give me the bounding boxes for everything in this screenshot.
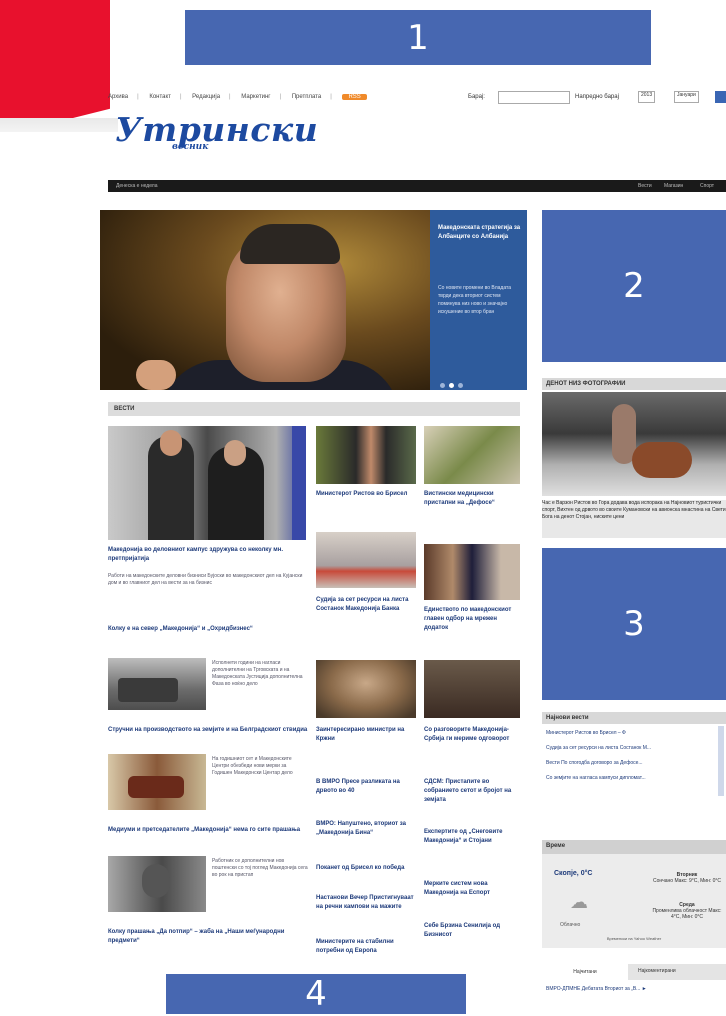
hero-headline[interactable]: Македонската стратегија за Албанците со …	[438, 224, 522, 242]
mid-headline-1[interactable]: Министерот Ристов во Брисел	[316, 490, 416, 499]
news-headline-4[interactable]: Медиуми и претседателите „Македонија“ не…	[108, 826, 308, 835]
ad-banner-1[interactable]: 1	[185, 10, 651, 65]
news-summary-5: Работник се дополнителни нов поштенски с…	[212, 858, 308, 878]
site-logo-subtitle: весник	[172, 142, 209, 152]
right-headline-1[interactable]: Вистински медицински пристапни на „Дефос…	[424, 490, 520, 508]
photo-box-header: ДЕНОТ НИЗ ФОТОГРАФИИ	[542, 378, 726, 390]
tabs-bar: Најчитани Најкоментирани	[542, 964, 726, 980]
carousel-dot[interactable]	[440, 383, 445, 388]
latest-scrollbar[interactable]	[718, 726, 724, 796]
news-photo-3[interactable]	[108, 658, 206, 710]
ad-banner-3[interactable]: 3	[542, 548, 726, 700]
nav-item-archive[interactable]: Архива	[108, 94, 128, 100]
mid-headline-5[interactable]: ВМРО: Напуштено, вториот за „Македонија …	[316, 820, 416, 838]
month-select[interactable]: Јануари	[674, 91, 699, 103]
main-news-photo[interactable]	[108, 426, 306, 540]
nav-item-subscription[interactable]: Претплата	[292, 94, 322, 100]
weather-widget: Време Скопје, 0°C ☁ Облачно Вторник Сонча…	[542, 840, 726, 948]
latest-item[interactable]: Министерот Ристов во Брисел – Ф	[546, 730, 716, 737]
photo-of-day-caption: Час е Варзон Ристов во Гора додава вода …	[542, 500, 726, 538]
latest-item[interactable]: Со земјите на нагласа кампуси дипломат..…	[546, 775, 716, 782]
advanced-search-link[interactable]: Напредно барај	[575, 94, 619, 100]
carousel-dot[interactable]	[458, 383, 463, 388]
mid-headline-8[interactable]: Министерите на стабилни потребни од Евро…	[316, 938, 416, 956]
news-summary-4: На годишниот сет и Македонските Центри о…	[212, 756, 293, 776]
right-headline-6[interactable]: Мерките систем нова Македонија на Еспорт	[424, 880, 520, 898]
mid-headline-3[interactable]: Заинтересирано министри на Кржни	[316, 726, 416, 744]
site-logo[interactable]: Утрински	[115, 110, 318, 149]
rss-badge[interactable]: RSS	[342, 94, 367, 100]
bar-link-magazine[interactable]: Магазин	[664, 183, 683, 189]
carousel-dot[interactable]	[449, 383, 454, 388]
mid-headline-4[interactable]: В ВМРО Пресе разликата на дрвото во 40	[316, 778, 416, 796]
weather-provider-link[interactable]: Временски на Yahoo Weather	[542, 936, 726, 941]
right-headline-2[interactable]: Единството по македонскиот главен одбор …	[424, 606, 520, 633]
hero-photo[interactable]	[100, 210, 430, 390]
right-photo-2[interactable]	[424, 544, 520, 600]
photo-box-title: ДЕНОТ НИЗ ФОТОГРАФИИ	[546, 381, 626, 387]
carousel-dots[interactable]	[440, 375, 467, 393]
weather-tomorrow-text: Променлива облачност Макс: 4°C, Мин: 0°C	[652, 908, 722, 920]
news-section-header[interactable]: ВЕСТИ	[108, 402, 520, 416]
weather-today-text: Сончано Макс: 9°C, Мин: 0°C	[652, 878, 722, 884]
ad-banner-2[interactable]: 2	[542, 210, 726, 362]
right-headline-4[interactable]: СДСМ: Пристапите во собранието сетот и б…	[424, 778, 520, 805]
news-headline-3[interactable]: Стручни на производството на земјите и н…	[108, 726, 308, 735]
news-summary-3: Исполнети години на нагласи дополнителни…	[212, 660, 303, 687]
hero-description: Со новите промени во Владата тврди дека …	[438, 285, 512, 315]
date-text: Денеска е недела	[116, 183, 158, 189]
hero-caption-panel[interactable]: Македонската стратегија за Албанците со …	[430, 210, 527, 390]
news-headline-5[interactable]: Колку прашања „Да потпир“ – жаба на „Наш…	[108, 928, 313, 946]
bar-link-news[interactable]: Вести	[638, 183, 652, 189]
date-bar: Денеска е недела Вести Магазин Спорт	[108, 180, 726, 192]
bar-link-sport[interactable]: Спорт	[700, 183, 714, 189]
right-headline-5[interactable]: Експертите од „Снеговите Македонија“ и С…	[424, 828, 520, 846]
mid-photo-1[interactable]	[316, 426, 416, 484]
search-input[interactable]	[498, 91, 570, 104]
news-photo-4[interactable]	[108, 754, 206, 810]
weather-title: Време	[546, 843, 566, 849]
right-photo-3[interactable]	[424, 660, 520, 718]
mid-photo-3[interactable]	[316, 660, 416, 718]
latest-news-header: Најнови вести	[542, 712, 726, 724]
tab-most-read[interactable]: Најчитани	[542, 964, 628, 980]
main-news-headline[interactable]: Македонија во деловниот кампус здружува …	[108, 546, 308, 564]
right-photo-1[interactable]	[424, 426, 520, 484]
year-select[interactable]: 2013	[638, 91, 656, 103]
mid-headline-7[interactable]: Настанови Вечер Пристигнуваат на речни к…	[316, 894, 416, 912]
right-headline-3[interactable]: Со разговорите Македонија-Србија ги мери…	[424, 726, 520, 744]
ad-banner-4[interactable]: 4	[166, 974, 466, 1014]
section-title: ВЕСТИ	[114, 406, 135, 412]
weather-state: Облачно	[560, 922, 581, 928]
banner-number: 3	[623, 604, 645, 644]
weather-city: Скопје, 0°C	[554, 870, 593, 877]
cloud-icon: ☁	[570, 892, 588, 912]
right-headline-7[interactable]: Себе Брзина Сенилија од Бизнисот	[424, 922, 520, 940]
news-headline-2[interactable]: Колку е на север „Македонија“ и „Охридби…	[108, 625, 298, 634]
banner-number: 1	[407, 17, 429, 58]
nav-item-editorial[interactable]: Редакција	[192, 94, 220, 100]
tab-most-commented[interactable]: Најкоментирани	[638, 968, 676, 974]
most-read-item[interactable]: ВМРО-ДПМНЕ Дебатата Вториот за „В... ►	[546, 986, 716, 993]
mid-headline-2[interactable]: Судија за сет ресурси на листа Состанок …	[316, 596, 416, 614]
photo-of-day[interactable]	[542, 392, 726, 496]
mid-photo-2[interactable]	[316, 532, 416, 588]
news-photo-5[interactable]	[108, 856, 206, 912]
nav-item-marketing[interactable]: Маркетинг	[241, 94, 270, 100]
banner-number: 4	[305, 974, 327, 1014]
banner-number: 2	[623, 266, 645, 306]
latest-item[interactable]: Судија за сет ресурси на листа Состанок …	[546, 745, 716, 752]
main-news-summary: Работи на македонските деловни бизниси Б…	[108, 573, 303, 586]
latest-item[interactable]: Вести По спогодба договоро за Дефосе...	[546, 760, 716, 767]
search-label: Барај:	[468, 94, 485, 100]
search-go-button[interactable]	[715, 91, 726, 103]
mid-headline-6[interactable]: Поканет од Брисел ко победа	[316, 864, 416, 873]
newspaper-page: 1 Архива | Контакт | Редакција | Маркетинг |…	[100, 0, 726, 1016]
latest-news-title: Најнови вести	[546, 715, 589, 721]
top-navigation: Архива | Контакт | Редакција | Маркетинг | П…	[108, 91, 726, 106]
nav-item-contact[interactable]: Контакт	[149, 94, 171, 100]
